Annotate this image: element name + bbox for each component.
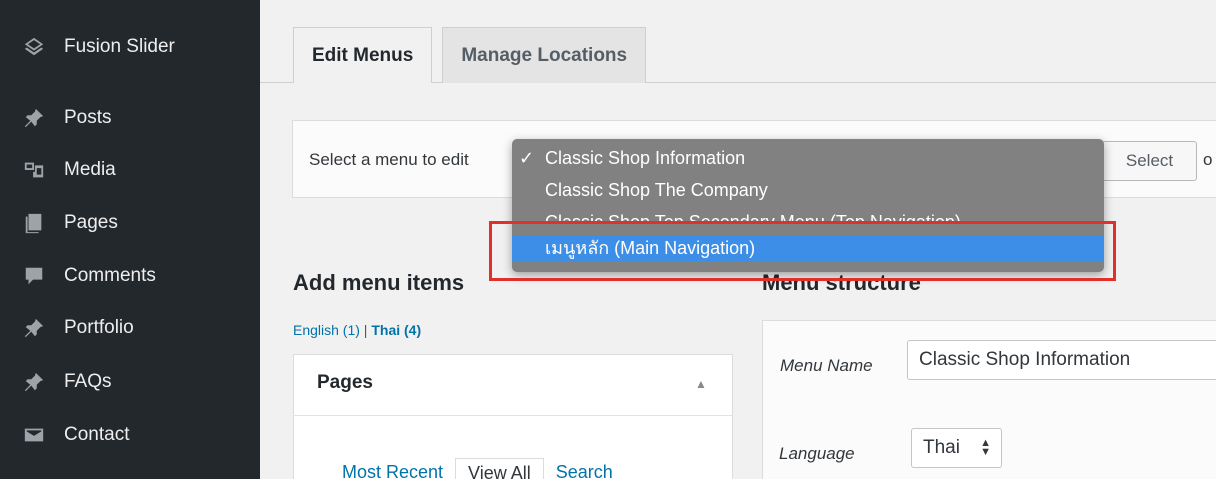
select-menu-label: Select a menu to edit (309, 150, 469, 169)
pushpin-icon (22, 370, 46, 394)
envelope-icon (22, 423, 46, 447)
language-filter-english[interactable]: English (1) (293, 322, 360, 338)
dropdown-option[interactable]: ✓ Classic Shop Information (512, 145, 1104, 171)
checkmark-icon: ✓ (519, 148, 535, 168)
sidebar-item-pages[interactable]: Pages (0, 203, 260, 243)
pushpin-icon (22, 316, 46, 340)
language-filter: English (1) | Thai (4) (293, 322, 421, 338)
media-icon (22, 158, 46, 182)
dropdown-option-label: Classic Shop The Company (545, 180, 768, 200)
sidebar-item-label: Posts (64, 107, 112, 128)
sidebar-item-label: Contact (64, 424, 130, 445)
layers-icon (22, 35, 46, 59)
sidebar-item-contact[interactable]: Contact (0, 415, 260, 455)
language-filter-thai[interactable]: Thai (4) (371, 322, 421, 338)
menu-name-input[interactable]: Classic Shop Information (907, 340, 1216, 380)
tab-manage-locations[interactable]: Manage Locations (442, 27, 647, 83)
pages-icon (22, 211, 46, 235)
sidebar-item-posts[interactable]: Posts (0, 98, 260, 138)
menu-name-label: Menu Name (780, 356, 873, 375)
comment-icon (22, 264, 46, 288)
language-select[interactable]: Thai ▲ ▼ (911, 428, 1002, 468)
admin-sidebar: Fusion Slider Posts Media Pages Comments… (0, 0, 260, 479)
nav-tabs: Edit Menus Manage Locations (293, 27, 656, 83)
select-button[interactable]: Select (1102, 141, 1197, 181)
tab-most-recent[interactable]: Most Recent (330, 458, 455, 479)
add-menu-items-heading: Add menu items (293, 270, 465, 295)
annotation-highlight-box (489, 221, 1116, 281)
select-trailing-text: o (1203, 150, 1213, 169)
sidebar-item-label: Fusion Slider (64, 36, 175, 57)
select-arrows-icon: ▲ ▼ (980, 437, 991, 458)
tab-search[interactable]: Search (544, 458, 625, 479)
sidebar-item-label: FAQs (64, 371, 112, 392)
language-filter-separator: | (359, 322, 372, 338)
language-select-value: Thai (923, 437, 960, 458)
sidebar-item-faqs[interactable]: FAQs (0, 362, 260, 402)
dropdown-option[interactable]: Classic Shop The Company (512, 177, 1104, 203)
tab-view-all[interactable]: View All (455, 458, 544, 479)
sidebar-item-media[interactable]: Media (0, 150, 260, 190)
sidebar-item-fusion-slider[interactable]: Fusion Slider (0, 27, 260, 67)
dropdown-option-label: Classic Shop Information (545, 148, 746, 168)
pushpin-icon (22, 106, 46, 130)
sidebar-item-portfolio[interactable]: Portfolio (0, 308, 260, 348)
language-label: Language (779, 444, 855, 463)
sidebar-item-label: Portfolio (64, 317, 134, 338)
sidebar-item-comments[interactable]: Comments (0, 256, 260, 296)
sidebar-item-label: Pages (64, 212, 118, 233)
pages-panel-title: Pages (317, 372, 373, 393)
sidebar-item-label: Media (64, 159, 116, 180)
pages-panel-tabs: Most Recent View All Search (330, 458, 625, 479)
tab-edit-menus[interactable]: Edit Menus (293, 27, 433, 83)
collapse-arrow-icon[interactable]: ▲ (695, 377, 707, 391)
sidebar-item-label: Comments (64, 265, 156, 286)
